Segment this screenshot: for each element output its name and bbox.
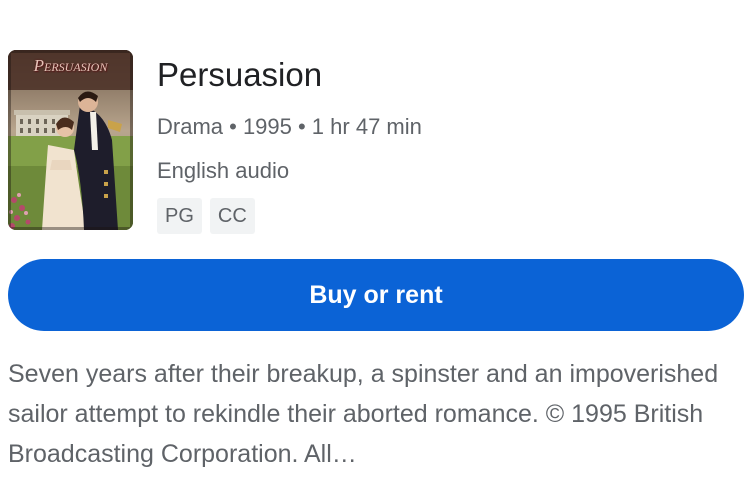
poster-artwork <box>8 50 133 230</box>
buy-or-rent-button[interactable]: Buy or rent <box>8 259 744 331</box>
rating-badge-pg: PG <box>157 198 202 234</box>
movie-title: Persuasion <box>157 56 323 93</box>
movie-poster[interactable]: Persuasion <box>8 50 133 230</box>
poster-title: Persuasion <box>33 56 108 75</box>
rating-badges: PG CC <box>157 198 255 234</box>
movie-description: Seven years after their breakup, a spins… <box>8 360 719 468</box>
audio-info: English audio <box>157 158 290 183</box>
movie-meta: Drama • 1995 • 1 hr 47 min <box>157 114 422 139</box>
closed-captions-badge: CC <box>209 198 255 234</box>
